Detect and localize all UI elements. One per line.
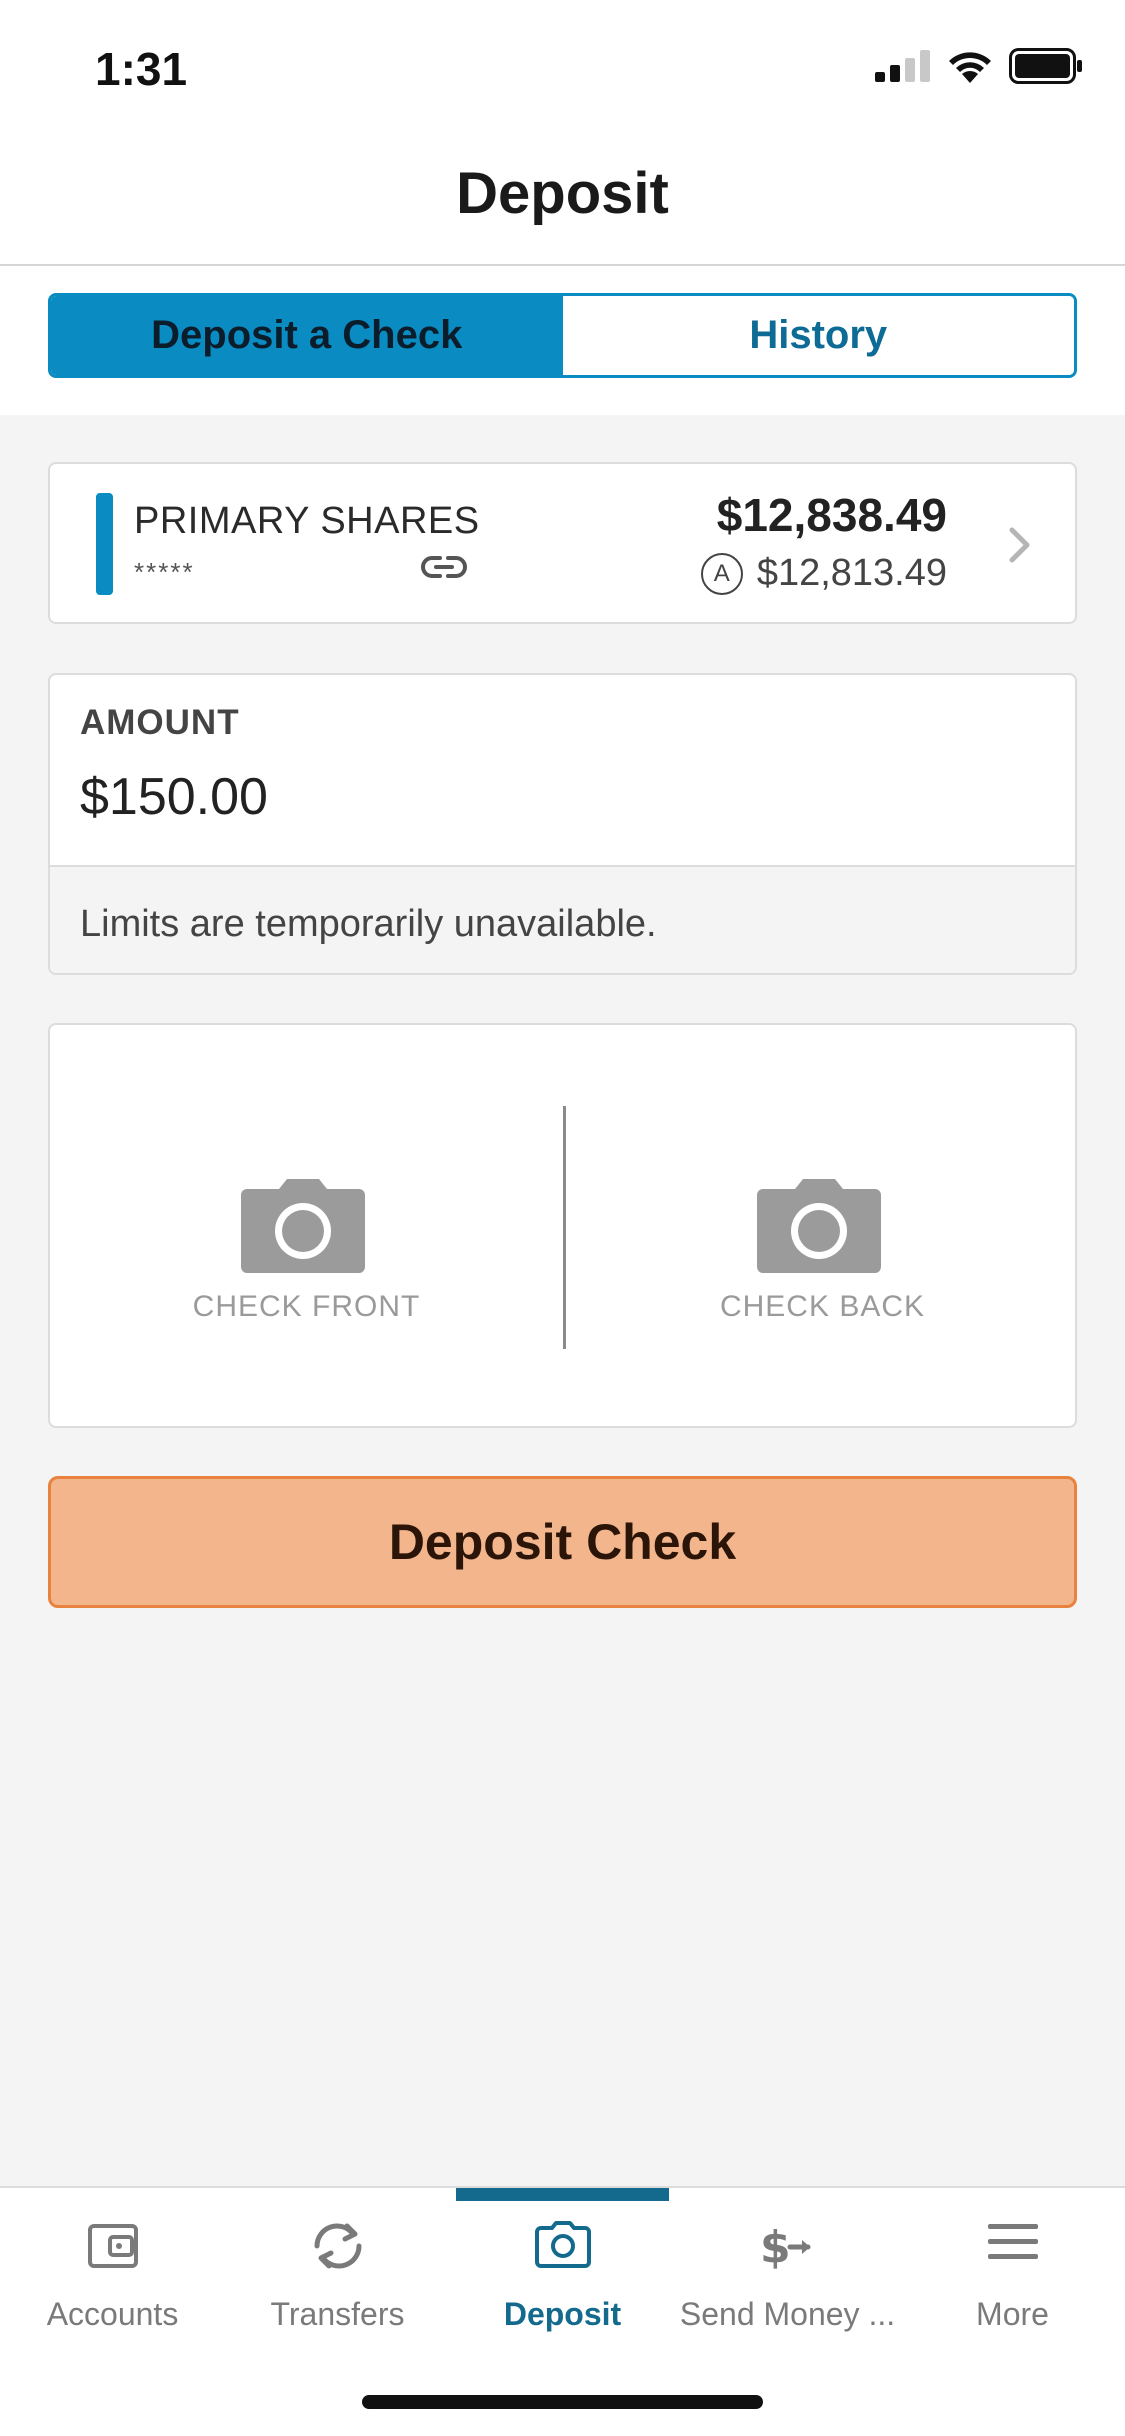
account-color-bar [96, 493, 113, 595]
tab-more[interactable]: More [900, 2188, 1125, 2348]
cellular-signal-icon [875, 50, 930, 82]
limits-text: Limits are temporarily unavailable. [80, 903, 657, 945]
tab-deposit-a-check[interactable]: Deposit a Check [51, 296, 563, 375]
dollar-send-icon: $ [760, 2222, 810, 2273]
home-indicator [362, 2395, 763, 2409]
tab-history[interactable]: History [562, 296, 1074, 375]
account-balance: $12,838.49 [716, 489, 947, 541]
amount-card: AMOUNT $150.00 Limits are temporarily un… [48, 673, 1077, 975]
account-selector[interactable]: PRIMARY SHARES ***** $12,838.49 A $12,81… [48, 462, 1077, 624]
tab-transfers[interactable]: Transfers [225, 2188, 450, 2348]
check-front-capture[interactable]: CHECK FRONT [50, 1025, 563, 1430]
camera-icon [534, 2221, 591, 2268]
tab-deposit[interactable]: Deposit [450, 2188, 675, 2348]
battery-icon [1009, 48, 1082, 84]
check-photos-card: CHECK FRONT CHECK BACK [48, 1023, 1077, 1428]
deposit-segmented-control: Deposit a Check History [48, 293, 1077, 378]
status-time: 1:31 [95, 43, 188, 95]
tab-accounts[interactable]: Accounts [0, 2188, 225, 2348]
svg-text:$: $ [760, 2222, 791, 2273]
chevron-right-icon [1009, 527, 1030, 563]
check-back-label: CHECK BACK [719, 1290, 926, 1323]
tab-label: More [976, 2296, 1049, 2332]
available-balance: $12,813.49 [756, 552, 947, 594]
tab-label: Accounts [46, 2296, 179, 2332]
page-title: Deposit [456, 161, 669, 226]
deposit-check-button[interactable]: Deposit Check [48, 1476, 1077, 1608]
available-balance-row: A $12,813.49 [700, 552, 947, 595]
hamburger-menu-icon [987, 2224, 1038, 2259]
check-back-capture[interactable]: CHECK BACK [566, 1025, 1079, 1430]
check-front-label: CHECK FRONT [192, 1290, 421, 1323]
tab-label: Transfers [270, 2296, 405, 2332]
tab-label: Deposit [503, 2296, 622, 2332]
account-name: PRIMARY SHARES [134, 500, 480, 542]
amount-input[interactable]: $150.00 [80, 767, 268, 827]
link-icon [421, 556, 467, 578]
wifi-icon [949, 52, 991, 83]
header-divider [0, 264, 1125, 266]
wallet-icon [87, 2224, 138, 2268]
status-icons [875, 48, 1083, 84]
account-number-masked: ***** [134, 557, 195, 587]
limits-panel: Limits are temporarily unavailable. [50, 867, 1075, 973]
camera-icon [241, 1179, 365, 1273]
tab-label: Send Money ... [679, 2296, 896, 2332]
camera-icon [757, 1179, 881, 1273]
transfer-arrows-icon [314, 2223, 361, 2269]
amount-label: AMOUNT [80, 703, 240, 742]
tab-send-money[interactable]: $ Send Money ... [675, 2188, 900, 2348]
available-badge-icon: A [700, 552, 743, 595]
